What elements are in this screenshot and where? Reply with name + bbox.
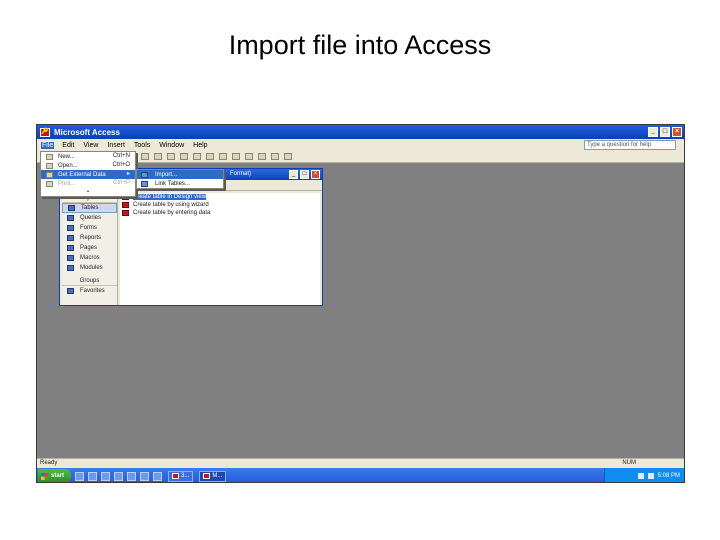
get-external-data-submenu: Import... Link Tables... xyxy=(136,169,224,189)
file-menu-get-external-data[interactable]: Get External Data ▸ xyxy=(41,170,135,179)
menu-file[interactable]: File xyxy=(41,141,55,149)
object-pages[interactable]: Pages xyxy=(62,243,117,253)
query-icon xyxy=(67,215,74,221)
db-minimize-button[interactable]: _ xyxy=(289,170,298,179)
minimize-button[interactable]: _ xyxy=(648,127,658,137)
import-icon xyxy=(141,171,148,178)
file-menu-print[interactable]: Print... Ctrl+P xyxy=(41,179,135,188)
objects-list: Create table in Design view Create table… xyxy=(120,193,320,305)
taskbar: start 3... M... 5:08 PM xyxy=(37,468,684,482)
slide-title: Import file into Access xyxy=(228,30,492,60)
close-button[interactable]: × xyxy=(672,127,682,137)
favorites-icon xyxy=(67,288,74,294)
object-reports[interactable]: Reports xyxy=(62,233,117,243)
page-icon xyxy=(67,245,74,251)
tray-network-icon[interactable] xyxy=(637,473,644,479)
tray-clock[interactable]: 5:08 PM xyxy=(658,473,680,479)
wizard-icon xyxy=(122,202,129,208)
maximize-button[interactable]: □ xyxy=(660,127,670,137)
taskbar-window-access[interactable]: M... xyxy=(199,470,227,482)
file-menu-dropdown: New... Ctrl+N Open... Ctrl+O Get External … xyxy=(40,151,136,197)
db-maximize-button[interactable]: □ xyxy=(300,170,309,179)
toolbar-undo-icon[interactable] xyxy=(180,153,188,160)
quicklaunch-explorer-icon[interactable] xyxy=(101,471,110,481)
external-data-icon xyxy=(46,171,53,178)
status-bar: Ready NUM xyxy=(37,458,684,468)
quicklaunch-powerpoint-icon[interactable] xyxy=(140,471,149,481)
window-title: Microsoft Access xyxy=(54,127,120,137)
submenu-arrow-icon: ▸ xyxy=(126,171,130,177)
menu-bar: File Edit View Insert Tools Window Help … xyxy=(37,139,684,151)
folder-task-icon xyxy=(172,473,179,479)
status-text: Ready xyxy=(40,460,58,466)
list-item-enter-data[interactable]: Create table by entering data xyxy=(120,209,320,217)
quicklaunch-folder-icon[interactable] xyxy=(153,471,162,481)
start-button[interactable]: start xyxy=(38,469,71,482)
toolbar-cut-icon[interactable] xyxy=(141,153,149,160)
print-icon xyxy=(46,180,53,187)
toolbar-links-icon[interactable] xyxy=(206,153,214,160)
menu-insert[interactable]: Insert xyxy=(106,142,126,149)
object-tables[interactable]: Tables xyxy=(62,203,117,213)
help-question-input[interactable]: Type a question for help xyxy=(584,140,676,150)
db-close-button[interactable]: × xyxy=(311,170,320,179)
quicklaunch-ie-icon[interactable] xyxy=(75,471,84,481)
report-icon xyxy=(67,235,74,241)
table-icon xyxy=(68,205,75,211)
macro-icon xyxy=(67,255,74,261)
quicklaunch-desktop-icon[interactable] xyxy=(88,471,97,481)
menu-view[interactable]: View xyxy=(82,142,99,149)
quicklaunch-excel-icon[interactable] xyxy=(127,471,136,481)
datasheet-icon xyxy=(122,210,129,216)
menu-window[interactable]: Window xyxy=(158,142,185,149)
objects-pane: Objects Tables Queries Forms Reports Pag… xyxy=(62,193,118,305)
access-screenshot: 🔑 Microsoft Access _ □ × File Edit View … xyxy=(36,124,685,483)
tray-volume-icon[interactable] xyxy=(647,473,654,479)
list-item-design-view[interactable]: Create table in Design view xyxy=(120,193,320,201)
database-window-title: Format) xyxy=(230,171,251,177)
toolbar-help-icon[interactable] xyxy=(284,153,292,160)
object-queries[interactable]: Queries xyxy=(62,213,117,223)
link-tables-icon xyxy=(141,180,148,187)
new-icon xyxy=(46,153,53,160)
menu-edit[interactable]: Edit xyxy=(61,142,75,149)
file-menu-new[interactable]: New... Ctrl+N xyxy=(41,152,135,161)
window-controls: _ □ × xyxy=(648,127,682,137)
system-tray: 5:08 PM xyxy=(604,468,684,482)
toolbar-code-icon[interactable] xyxy=(232,153,240,160)
menu-tools[interactable]: Tools xyxy=(133,142,151,149)
open-icon xyxy=(46,162,53,169)
toolbar-properties-icon[interactable] xyxy=(245,153,253,160)
list-item-wizard[interactable]: Create table by using wizard xyxy=(120,201,320,209)
access-task-icon xyxy=(203,473,211,479)
object-modules[interactable]: Modules xyxy=(62,263,117,273)
window-titlebar[interactable]: 🔑 Microsoft Access _ □ × xyxy=(37,125,684,139)
toolbar-redo-icon[interactable] xyxy=(193,153,201,160)
expand-menu-chevron-icon[interactable]: ⌄ xyxy=(41,188,135,194)
object-forms[interactable]: Forms xyxy=(62,223,117,233)
toolbar-paste-icon[interactable] xyxy=(167,153,175,160)
form-icon xyxy=(67,225,74,231)
toolbar-analyze-icon[interactable] xyxy=(219,153,227,160)
submenu-link-tables[interactable]: Link Tables... xyxy=(137,179,223,188)
toolbar-new-object-icon[interactable] xyxy=(271,153,279,160)
menu-help[interactable]: Help xyxy=(192,142,208,149)
quicklaunch-word-icon[interactable] xyxy=(114,471,123,481)
toolbar-relationships-icon[interactable] xyxy=(258,153,266,160)
windows-flag-icon xyxy=(41,472,48,480)
object-macros[interactable]: Macros xyxy=(62,253,117,263)
taskbar-window-folder[interactable]: 3... xyxy=(168,470,194,482)
num-lock-indicator: NUM xyxy=(622,460,636,466)
submenu-import[interactable]: Import... xyxy=(137,170,223,179)
module-icon xyxy=(67,265,74,271)
group-favorites[interactable]: Favorites xyxy=(62,286,117,296)
toolbar-copy-icon[interactable] xyxy=(154,153,162,160)
access-key-icon: 🔑 xyxy=(40,127,50,137)
groups-header[interactable]: Groups xyxy=(62,276,117,286)
file-menu-open[interactable]: Open... Ctrl+O xyxy=(41,161,135,170)
